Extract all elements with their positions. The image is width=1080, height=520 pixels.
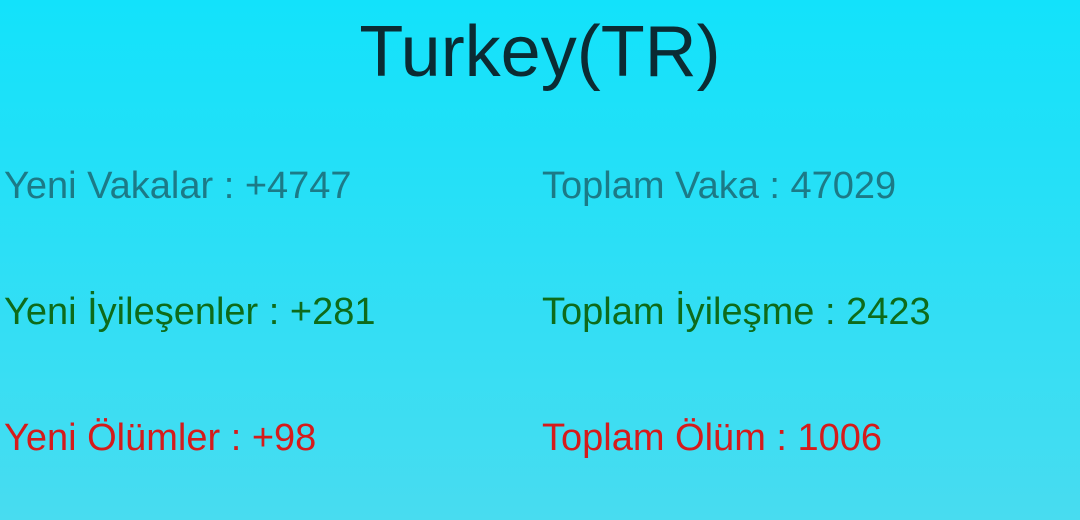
new-deaths-label: Yeni Ölümler : +98 <box>4 417 317 459</box>
country-title: Turkey(TR) <box>359 12 721 92</box>
total-deaths-label: Toplam Ölüm : 1006 <box>542 417 883 459</box>
total-cases-label: Toplam Vaka : 47029 <box>542 165 897 207</box>
new-cases-label: Yeni Vakalar : +4747 <box>4 165 352 207</box>
total-recovered-label: Toplam İyileşme : 2423 <box>542 291 931 333</box>
new-recovered-label: Yeni İyileşenler : +281 <box>4 291 376 333</box>
